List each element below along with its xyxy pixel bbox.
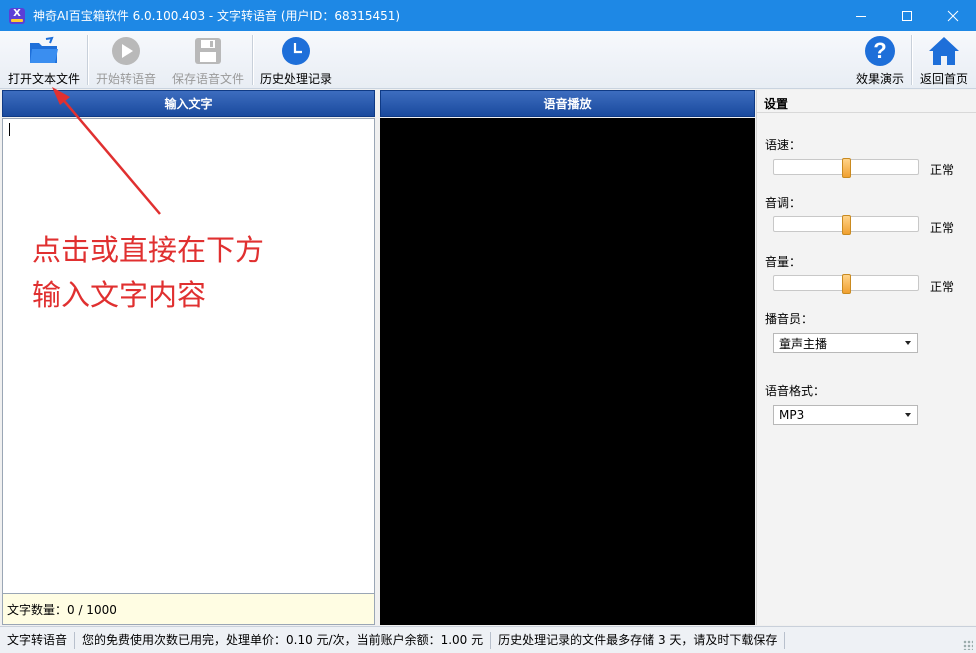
- dropdown-arrow-icon: [905, 341, 911, 345]
- status-storage-note: 历史处理记录的文件最多存储 3 天，请及时下载保存: [491, 631, 786, 649]
- volume-label: 音量：: [765, 255, 802, 269]
- speed-label: 语速：: [765, 138, 802, 152]
- pitch-slider[interactable]: [773, 215, 919, 235]
- settings-panel: 设置 语速： 正常 音调： 正常 音量： 正常 播音员： 童声主播 语音格式： …: [756, 90, 976, 625]
- voice-select[interactable]: 童声主播: [773, 333, 918, 353]
- player-panel-header: 语音播放: [380, 90, 755, 117]
- pitch-value: 正常: [930, 221, 955, 235]
- resize-grip-icon[interactable]: [963, 640, 973, 650]
- format-label: 语音格式：: [765, 384, 826, 398]
- volume-slider-thumb[interactable]: [842, 274, 851, 294]
- dropdown-arrow-icon: [905, 413, 911, 417]
- volume-value: 正常: [930, 280, 955, 294]
- char-count-text: 文字数量：0 / 1000: [7, 602, 117, 617]
- voice-label: 播音员：: [765, 312, 814, 326]
- pitch-slider-thumb[interactable]: [842, 215, 851, 235]
- volume-slider[interactable]: [773, 274, 919, 294]
- format-selected-value: MP3: [779, 408, 805, 422]
- status-pricing: 您的免费使用次数已用完，处理单价：0.10 元/次，当前账户余额：1.00 元: [75, 631, 492, 649]
- status-module: 文字转语音: [0, 631, 76, 649]
- settings-divider: [757, 112, 976, 113]
- speed-value: 正常: [930, 163, 955, 177]
- audio-player-area[interactable]: [380, 118, 755, 625]
- speed-slider-thumb[interactable]: [842, 158, 851, 178]
- voice-selected-value: 童声主播: [779, 336, 828, 351]
- format-select[interactable]: MP3: [773, 405, 918, 425]
- settings-title: 设置: [764, 97, 789, 111]
- char-count-bar: 文字数量：0 / 1000: [2, 594, 375, 625]
- speed-slider[interactable]: [773, 158, 919, 178]
- status-bar: 文字转语音 您的免费使用次数已用完，处理单价：0.10 元/次，当前账户余额：1…: [0, 626, 976, 653]
- pitch-label: 音调：: [765, 196, 802, 210]
